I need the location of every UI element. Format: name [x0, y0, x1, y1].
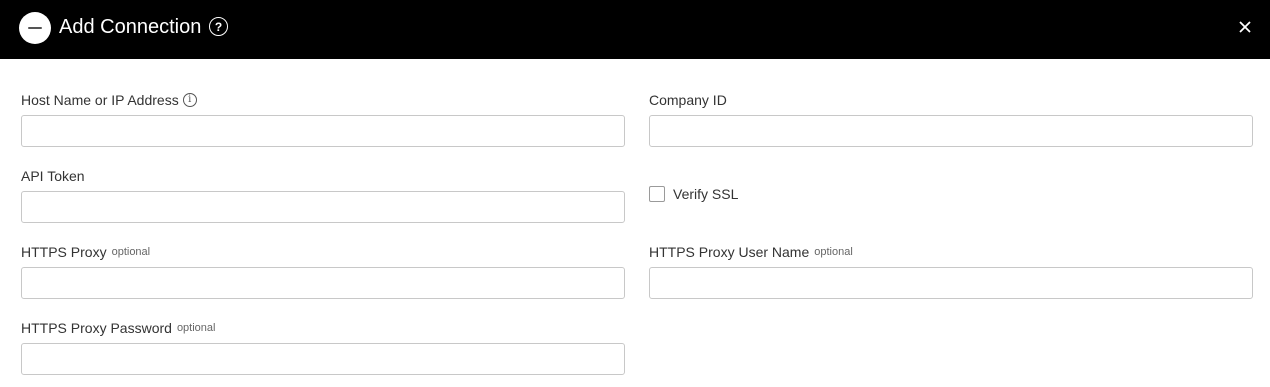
app-logo	[19, 12, 51, 44]
optional-tag: optional	[176, 322, 216, 334]
verify-ssl-checkbox[interactable]	[649, 186, 665, 202]
api-token-input[interactable]	[21, 191, 625, 223]
verify-ssl-label: Verify SSL	[673, 186, 739, 202]
close-icon[interactable]	[1237, 19, 1253, 35]
https-proxy-password-input[interactable]	[21, 343, 625, 375]
optional-tag: optional	[814, 246, 853, 258]
api-token-label: API Token	[21, 168, 85, 184]
https-proxy-user-label: HTTPS Proxy User Name optional	[649, 244, 853, 260]
host-label: Host Name or IP Address i	[21, 92, 197, 108]
host-input[interactable]	[21, 115, 625, 147]
help-icon[interactable]: ?	[209, 17, 228, 36]
https-proxy-input[interactable]	[21, 267, 625, 299]
dialog-header: Add Connection ?	[0, 0, 1270, 59]
dialog-title: Add Connection	[59, 16, 202, 38]
https-proxy-password-label: HTTPS Proxy Password optional	[21, 320, 216, 336]
verify-ssl-option[interactable]: Verify SSL	[649, 186, 738, 202]
optional-tag: optional	[111, 246, 151, 258]
https-proxy-label: HTTPS Proxy optional	[21, 244, 151, 260]
https-proxy-user-input[interactable]	[649, 267, 1253, 299]
company-id-label: Company ID	[649, 92, 727, 108]
info-icon[interactable]: i	[182, 93, 197, 107]
company-id-input[interactable]	[649, 115, 1253, 147]
